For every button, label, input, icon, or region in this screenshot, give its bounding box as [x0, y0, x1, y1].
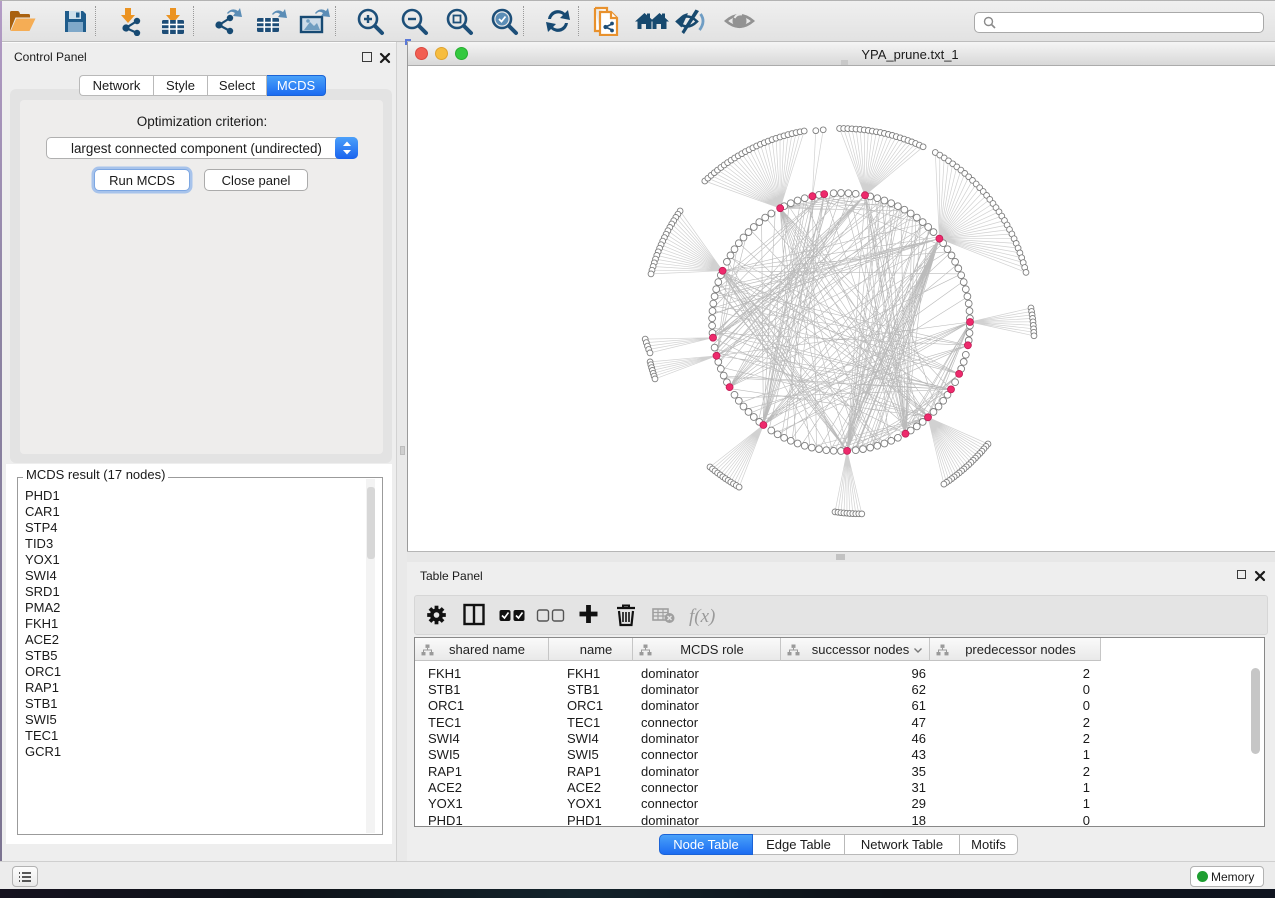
svg-text:f(x): f(x)	[689, 606, 715, 627]
